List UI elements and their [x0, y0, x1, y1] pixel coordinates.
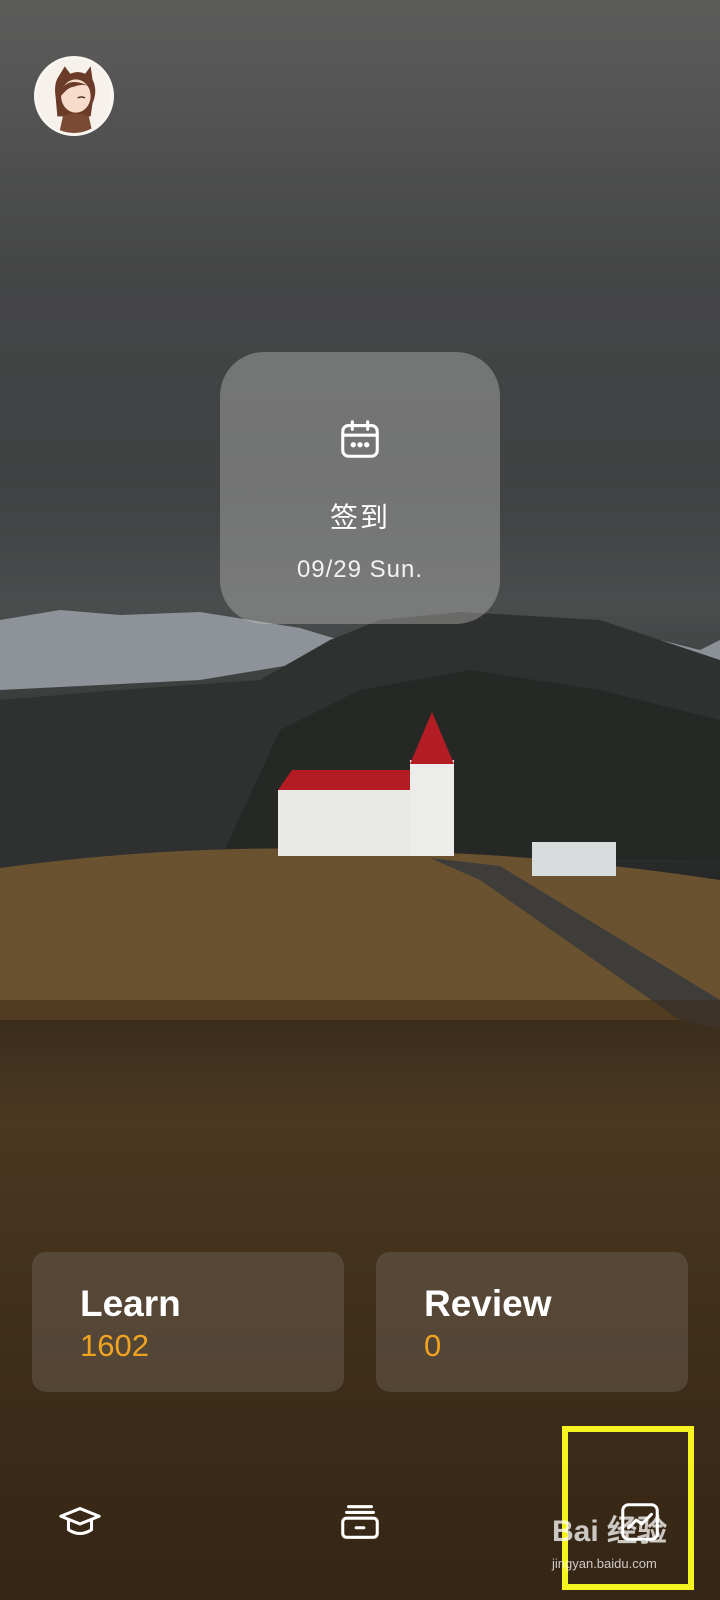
checkin-date: 09/29 Sun.: [296, 556, 424, 583]
archive-box-icon: [341, 1505, 379, 1539]
watermark-url: jingyan.baidu.com: [552, 1556, 657, 1571]
review-label: Review: [424, 1283, 552, 1324]
learn-card[interactable]: Learn 1602: [32, 1252, 344, 1392]
nav-learn-tab[interactable]: [48, 1490, 112, 1554]
calendar-icon: [341, 420, 379, 458]
checkin-card[interactable]: 签到 09/29 Sun.: [220, 352, 500, 624]
nav-library-tab[interactable]: [328, 1490, 392, 1554]
review-count: 0: [424, 1328, 442, 1363]
watermark-brand: Bai 经验: [552, 1515, 668, 1548]
review-card[interactable]: Review 0: [376, 1252, 688, 1392]
checkin-title: 签到: [329, 502, 390, 533]
learn-label: Learn: [80, 1283, 181, 1324]
graduation-cap-icon: [59, 1507, 101, 1536]
baidu-watermark: Bai 经验 jingyan.baidu.com: [552, 1506, 667, 1571]
user-avatar[interactable]: [34, 56, 114, 136]
learn-count: 1602: [80, 1328, 149, 1363]
